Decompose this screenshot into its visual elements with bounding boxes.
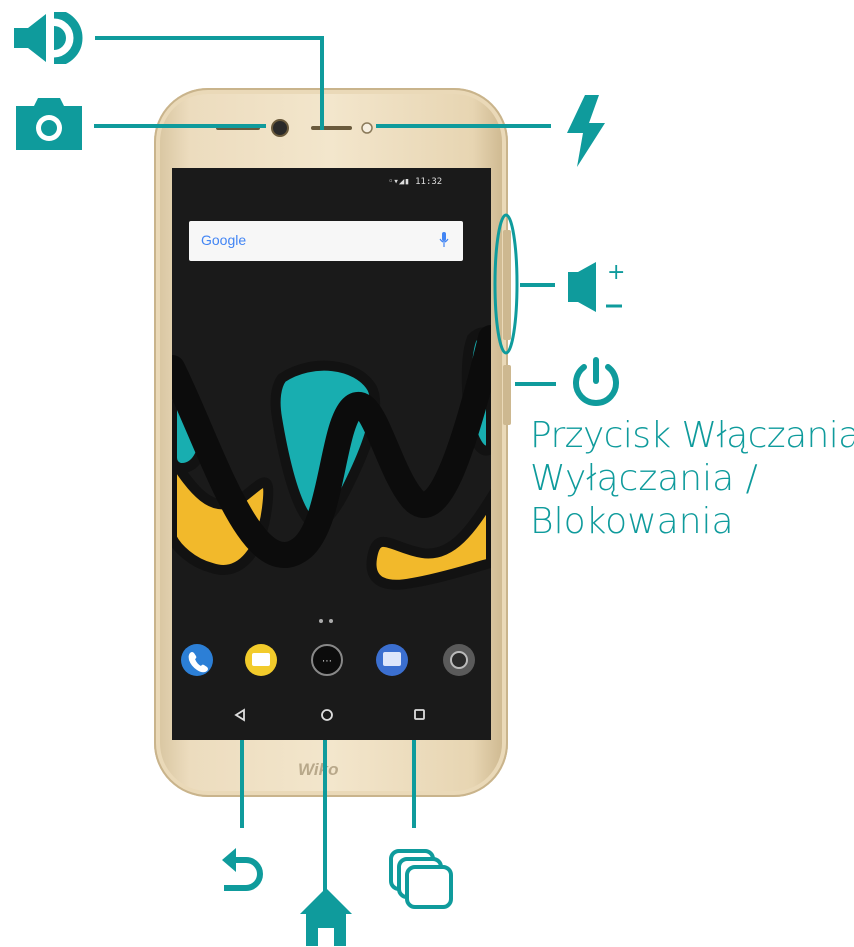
status-bar: ◦▾◢▮ 11:32 [388, 177, 442, 187]
google-search-bar: Google [189, 221, 463, 261]
power-button-label: Przycisk Włączania Wyłączania / Blokowan… [530, 414, 854, 543]
phone-app-icon [181, 644, 213, 676]
status-icons: ◦▾◢▮ [388, 177, 410, 187]
recent-apps-icon [389, 849, 453, 909]
app-drawer-icon: ⋯ [311, 644, 343, 676]
speaker-callout-line-vertical [320, 36, 324, 130]
svg-text:+: + [607, 262, 625, 285]
status-time: 11:32 [415, 177, 443, 187]
volume-callout-line [520, 283, 555, 287]
chat-app-icon [376, 644, 408, 676]
dock: ⋯ [181, 644, 475, 676]
front-camera-lens [271, 119, 289, 137]
power-label-line1: Przycisk Włączania [530, 415, 854, 456]
nav-home-glyph [321, 709, 333, 721]
power-label-line3: Blokowania [530, 501, 734, 542]
on-screen-nav [234, 708, 425, 722]
phone-top-hardware [216, 119, 373, 137]
volume-highlight-ellipse [493, 213, 519, 355]
power-icon [573, 357, 619, 406]
page-dot-2 [329, 619, 333, 623]
nav-recents-glyph [414, 709, 425, 720]
power-callout-line [515, 382, 556, 386]
back-callout-line [240, 740, 244, 828]
power-button [503, 365, 511, 425]
messages-app-icon [245, 644, 277, 676]
camera-icon [16, 98, 82, 150]
recents-callout-line [412, 740, 416, 828]
svg-text:⋯: ⋯ [322, 656, 332, 667]
home-icon [300, 888, 352, 946]
back-arrow-icon [222, 848, 263, 891]
brand-logo: Wiko [298, 760, 339, 779]
speaker-callout-line [95, 36, 324, 40]
google-logo-text: Google [201, 232, 247, 248]
camera-callout-line [94, 124, 266, 128]
page-dot-1 [319, 619, 323, 623]
speaker-icon [14, 12, 83, 64]
home-callout-line [323, 740, 327, 900]
front-flash-led [361, 122, 373, 134]
camera-app-icon [443, 644, 475, 676]
flash-icon [567, 95, 605, 167]
nav-back-glyph [234, 708, 245, 722]
mic-icon [439, 232, 449, 247]
flash-callout-line [376, 124, 551, 128]
volume-plus-minus-icon: + [568, 262, 625, 312]
power-label-line2: Wyłączania / [530, 458, 758, 499]
